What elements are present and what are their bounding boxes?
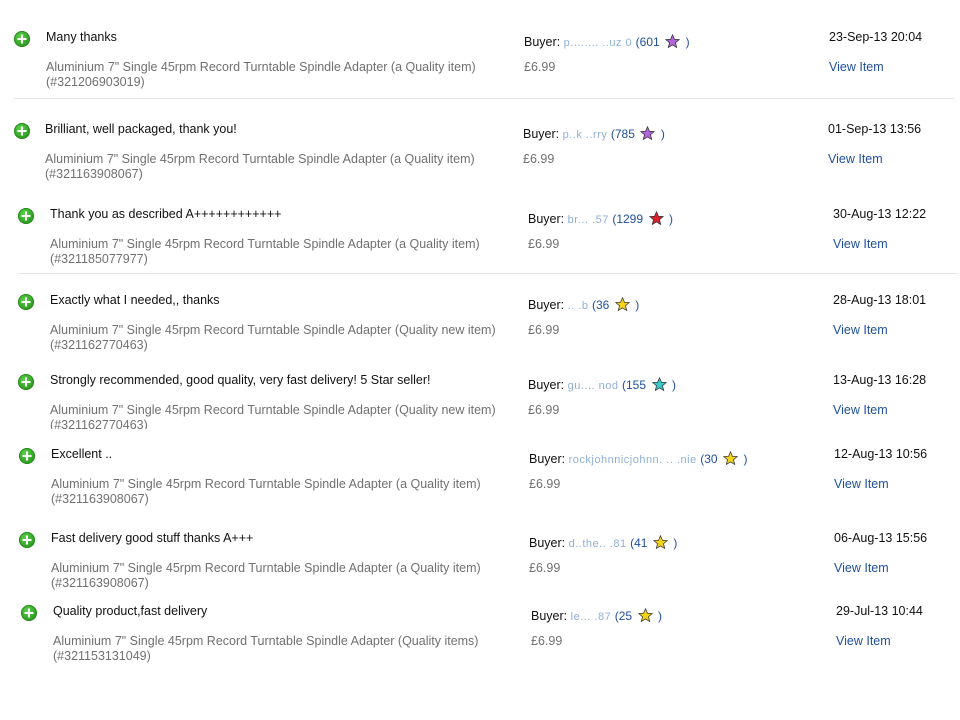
feedback-entry: Many thanks Aluminium 7" Single 45rpm Re…	[14, 30, 954, 99]
item-price: £6.99	[528, 323, 560, 337]
feedback-entry: Exactly what I needed,, thanks Aluminium…	[18, 293, 958, 353]
buyer-score[interactable]: 36	[596, 298, 609, 312]
view-item-link[interactable]: View Item	[834, 561, 889, 575]
buyer-label: Buyer:	[528, 378, 565, 392]
feedback-entry: Brilliant, well packaged, thank you! Alu…	[14, 122, 954, 186]
item-price: £6.99	[529, 477, 561, 491]
feedback-date: 12-Aug-13 10:56	[834, 447, 928, 461]
item-price: £6.99	[531, 634, 563, 648]
feedback-date: 30-Aug-13 12:22	[833, 207, 927, 221]
feedback-comment: Many thanks	[46, 30, 117, 44]
buyer-label: Buyer:	[528, 298, 565, 312]
buyer-score[interactable]: 1299	[616, 212, 643, 226]
feedback-date: 23-Sep-13 20:04	[829, 30, 923, 44]
buyer-info: Buyer: p..k ..rry (785 )	[523, 126, 665, 141]
feedback-comment: Brilliant, well packaged, thank you!	[45, 122, 237, 136]
item-price: £6.99	[528, 403, 560, 417]
item-title: Aluminium 7" Single 45rpm Record Turntab…	[50, 403, 496, 429]
feedback-date: 06-Aug-13 15:56	[834, 531, 928, 545]
buyer-label: Buyer:	[528, 212, 565, 226]
feedback-date: 13-Aug-13 16:28	[833, 373, 927, 387]
feedback-entry: Thank you as described A++++++++++++ Alu…	[18, 207, 958, 274]
feedback-comment: Thank you as described A++++++++++++	[50, 207, 282, 221]
buyer-info: Buyer: rockjohnnicjohnn. .. .nie (30 )	[529, 451, 748, 466]
star-icon	[614, 297, 630, 312]
feedback-comment: Excellent ..	[51, 447, 113, 461]
buyer-name[interactable]: p..k ..rry	[563, 129, 608, 141]
star-icon	[723, 451, 739, 466]
buyer-info: Buyer: gu.... nod (155 )	[528, 377, 676, 392]
feedback-entry: Quality product,fast delivery Aluminium …	[21, 604, 960, 666]
item-title: Aluminium 7" Single 45rpm Record Turntab…	[50, 323, 496, 352]
positive-feedback-icon	[18, 374, 34, 390]
buyer-score[interactable]: 25	[619, 609, 632, 623]
positive-feedback-icon	[19, 448, 35, 464]
feedback-date: 01-Sep-13 13:56	[828, 122, 922, 136]
view-item-link[interactable]: View Item	[834, 477, 889, 491]
positive-feedback-icon	[14, 31, 30, 47]
item-price: £6.99	[524, 60, 556, 74]
buyer-name[interactable]: gu.... nod	[568, 380, 619, 392]
star-icon	[665, 34, 681, 49]
buyer-info: Buyer: le... .87 (25 )	[531, 608, 663, 623]
positive-feedback-icon	[19, 532, 35, 548]
buyer-score[interactable]: 601	[640, 35, 660, 49]
view-item-link[interactable]: View Item	[828, 152, 883, 166]
buyer-name[interactable]: br... .57	[568, 214, 609, 226]
buyer-name[interactable]: p........ ..uz 0	[564, 37, 633, 49]
star-icon	[637, 608, 653, 623]
feedback-date: 29-Jul-13 10:44	[836, 604, 923, 618]
star-icon	[648, 211, 664, 226]
buyer-name[interactable]: .. .b	[568, 300, 589, 312]
positive-feedback-icon	[21, 605, 37, 621]
view-item-link[interactable]: View Item	[833, 403, 888, 417]
buyer-name[interactable]: le... .87	[571, 611, 612, 623]
feedback-entry: Excellent .. Aluminium 7" Single 45rpm R…	[19, 447, 959, 509]
buyer-label: Buyer:	[529, 536, 566, 550]
star-icon	[651, 377, 667, 392]
feedback-comment: Strongly recommended, good quality, very…	[50, 373, 431, 387]
buyer-label: Buyer:	[529, 452, 566, 466]
buyer-score[interactable]: 785	[615, 127, 635, 141]
buyer-label: Buyer:	[524, 35, 561, 49]
feedback-date: 28-Aug-13 18:01	[833, 293, 927, 307]
item-price: £6.99	[529, 561, 561, 575]
feedback-entry: Strongly recommended, good quality, very…	[18, 373, 958, 433]
feedback-comment: Fast delivery good stuff thanks A+++	[51, 531, 254, 545]
item-title: Aluminium 7" Single 45rpm Record Turntab…	[46, 60, 476, 89]
buyer-label: Buyer:	[523, 127, 560, 141]
feedback-comment: Quality product,fast delivery	[53, 604, 208, 618]
view-item-link[interactable]: View Item	[833, 237, 888, 251]
positive-feedback-icon	[18, 294, 34, 310]
feedback-entry: Fast delivery good stuff thanks A+++ Alu…	[19, 531, 959, 593]
view-item-link[interactable]: View Item	[829, 60, 884, 74]
buyer-score[interactable]: 30	[704, 452, 717, 466]
item-price: £6.99	[528, 237, 560, 251]
star-icon	[652, 535, 668, 550]
item-title: Aluminium 7" Single 45rpm Record Turntab…	[51, 561, 481, 590]
view-item-link[interactable]: View Item	[836, 634, 891, 648]
positive-feedback-icon	[18, 208, 34, 224]
item-title: Aluminium 7" Single 45rpm Record Turntab…	[45, 152, 475, 181]
view-item-link[interactable]: View Item	[833, 323, 888, 337]
buyer-score[interactable]: 41	[634, 536, 647, 550]
buyer-score[interactable]: 155	[626, 378, 646, 392]
feedback-comment: Exactly what I needed,, thanks	[50, 293, 220, 307]
buyer-info: Buyer: .. .b (36 )	[528, 297, 640, 312]
item-title: Aluminium 7" Single 45rpm Record Turntab…	[51, 477, 481, 506]
item-title: Aluminium 7" Single 45rpm Record Turntab…	[53, 634, 479, 663]
buyer-info: Buyer: p........ ..uz 0 (601 )	[524, 34, 690, 49]
buyer-name[interactable]: rockjohnnicjohnn. .. .nie	[569, 454, 697, 466]
positive-feedback-icon	[14, 123, 30, 139]
buyer-name[interactable]: d..the.. .81	[569, 538, 627, 550]
item-price: £6.99	[523, 152, 555, 166]
buyer-info: Buyer: d..the.. .81 (41 )	[529, 535, 678, 550]
item-title: Aluminium 7" Single 45rpm Record Turntab…	[50, 237, 480, 266]
buyer-label: Buyer:	[531, 609, 568, 623]
buyer-info: Buyer: br... .57 (1299 )	[528, 211, 673, 226]
star-icon	[640, 126, 656, 141]
